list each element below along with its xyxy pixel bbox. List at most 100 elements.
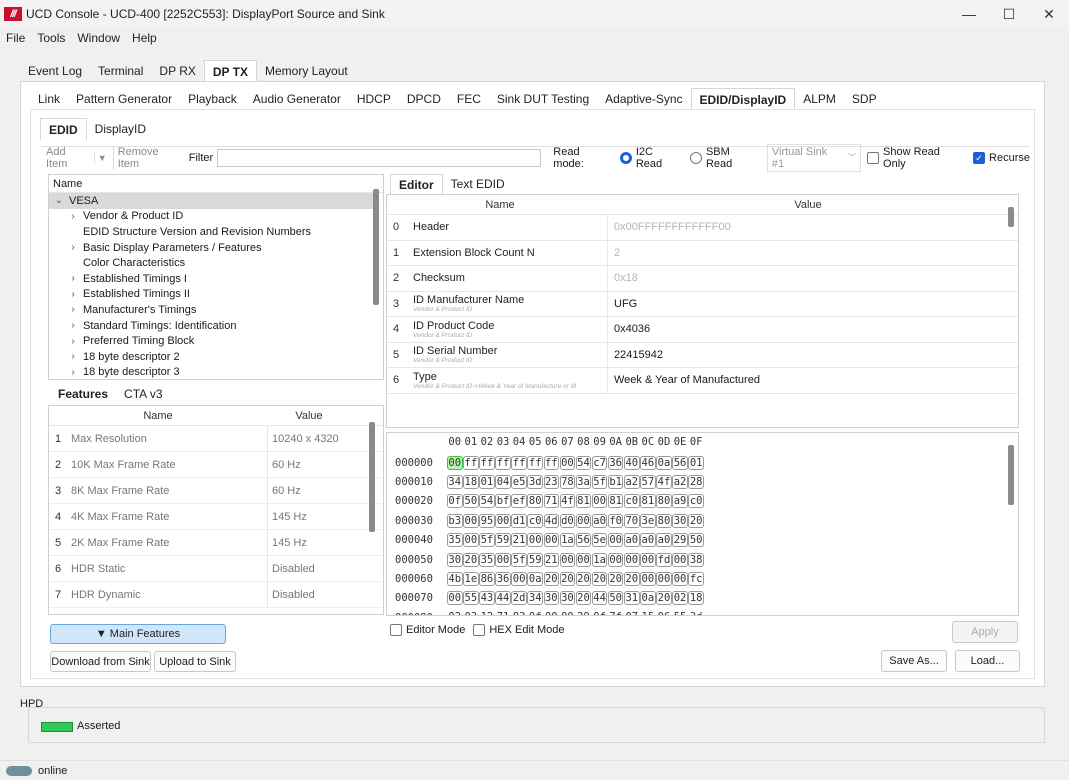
hex-byte[interactable]: 40 — [624, 455, 640, 470]
hex-byte[interactable]: 00 — [672, 552, 688, 567]
tree-item[interactable]: › Established Timings II — [49, 287, 383, 303]
hex-byte[interactable]: 4f — [656, 475, 672, 490]
hex-byte[interactable]: 81 — [575, 494, 592, 509]
tab-edid[interactable]: EDID — [40, 118, 87, 140]
hex-byte[interactable]: 0a — [656, 455, 672, 470]
editor-row-value[interactable]: Week & Year of Manufactured — [607, 368, 1018, 393]
remove-item-button[interactable]: Remove Item — [112, 145, 183, 170]
hex-byte[interactable]: 59 — [527, 552, 543, 567]
hex-byte[interactable]: 5f — [479, 533, 495, 548]
load-button[interactable]: Load... — [955, 650, 1020, 672]
hex-byte[interactable]: 15 — [640, 611, 656, 615]
hex-byte[interactable]: 29 — [576, 611, 592, 615]
hex-byte[interactable]: 0f — [447, 494, 463, 509]
hex-byte[interactable]: a0 — [640, 533, 656, 548]
hex-byte[interactable]: 28 — [688, 475, 704, 490]
hex-byte[interactable]: 04 — [495, 475, 511, 490]
hex-byte[interactable]: 50 — [607, 591, 624, 606]
tree-item[interactable]: › Vendor & Product ID — [49, 209, 383, 225]
hex-byte[interactable]: 7f — [608, 611, 624, 615]
hex-byte[interactable]: 0f — [592, 611, 608, 615]
editor-row[interactable]: 0 Header 0x00FFFFFFFFFFFF00 — [387, 215, 1018, 241]
hex-byte[interactable]: 56 — [575, 533, 592, 548]
hex-byte[interactable]: 44 — [591, 591, 608, 606]
feature-row[interactable]: 1 Max Resolution 10240 x 4320 — [49, 426, 383, 452]
tab-displayid[interactable]: DisplayID — [87, 118, 154, 140]
hex-byte[interactable]: 03 — [463, 611, 479, 615]
hex-byte[interactable]: 44 — [495, 591, 511, 606]
hex-byte[interactable]: 18 — [688, 591, 704, 606]
hex-byte[interactable]: 20 — [463, 552, 479, 567]
filter-input[interactable] — [217, 148, 542, 167]
hex-byte[interactable]: 70 — [624, 513, 640, 528]
hex-byte[interactable]: 78 — [559, 475, 576, 490]
tree-item[interactable]: › 18 byte descriptor 2 — [49, 349, 383, 365]
show-read-only-checkbox[interactable] — [867, 151, 880, 164]
hex-byte[interactable]: a0 — [656, 533, 672, 548]
hex-byte[interactable]: c0 — [688, 494, 704, 509]
hex-byte[interactable]: 12 — [479, 611, 495, 615]
hex-byte[interactable]: 20 — [543, 572, 560, 587]
hex-byte[interactable]: 20 — [559, 572, 576, 587]
upload-to-sink-button[interactable]: Upload to Sink — [154, 651, 236, 672]
feature-row[interactable]: 2 10K Max Frame Rate 60 Hz — [49, 452, 383, 478]
feature-row[interactable]: 7 HDR Dynamic Disabled — [49, 582, 383, 608]
hex-byte[interactable]: b3 — [447, 513, 463, 528]
hex-byte[interactable]: c7 — [591, 455, 608, 470]
menu-file[interactable]: File — [0, 31, 31, 45]
tab-sdp[interactable]: SDP — [844, 88, 885, 110]
add-item-dropdown-icon[interactable]: ▼ — [93, 152, 107, 163]
tab-edid-displayid[interactable]: EDID/DisplayID — [690, 88, 796, 110]
editor-row[interactable]: 5 ID Serial Number Vendor & Product ID 2241… — [387, 342, 1018, 368]
hex-byte[interactable]: 02 — [447, 611, 463, 615]
hex-byte[interactable]: ff — [543, 455, 560, 470]
tree-scrollbar[interactable] — [373, 189, 379, 305]
tree-item[interactable]: EDID Structure Version and Revision Numb… — [49, 224, 383, 240]
tree-item[interactable]: › Basic Display Parameters / Features — [49, 240, 383, 256]
hex-byte[interactable]: 54 — [479, 494, 495, 509]
hex-byte[interactable]: 00 — [543, 533, 560, 548]
hex-byte[interactable]: 21 — [543, 552, 560, 567]
hex-byte[interactable]: 4d — [543, 513, 560, 528]
tab-sink-dut-testing[interactable]: Sink DUT Testing — [489, 88, 597, 110]
hex-byte[interactable]: 80 — [656, 494, 672, 509]
hex-byte[interactable]: 00 — [575, 513, 592, 528]
hex-byte[interactable]: 07 — [624, 611, 640, 615]
hex-byte[interactable]: 18 — [463, 475, 479, 490]
minimize-button[interactable]: — — [949, 0, 989, 28]
hex-byte[interactable]: fd — [656, 552, 672, 567]
hex-byte[interactable]: 4f — [559, 494, 576, 509]
hex-scrollbar[interactable] — [1008, 445, 1014, 505]
sbm-read-radio[interactable] — [690, 151, 702, 164]
add-item-button[interactable]: Add Item — [46, 146, 90, 170]
hex-byte[interactable]: 20 — [624, 572, 640, 587]
tab-dp-tx[interactable]: DP TX — [203, 60, 257, 82]
tab-hdcp[interactable]: HDCP — [349, 88, 399, 110]
hex-byte[interactable]: 71 — [543, 494, 560, 509]
hex-byte[interactable]: 20 — [607, 572, 624, 587]
hex-byte[interactable]: 01 — [688, 455, 704, 470]
hex-byte[interactable]: 34 — [447, 475, 463, 490]
feature-row[interactable]: 4 4K Max Frame Rate 145 Hz — [49, 504, 383, 530]
tab-playback[interactable]: Playback — [180, 88, 245, 110]
apply-button[interactable]: Apply — [952, 621, 1018, 643]
editor-row[interactable]: 3 ID Manufacturer Name Vendor & Product ID… — [387, 291, 1018, 317]
download-from-sink-button[interactable]: Download from Sink — [50, 651, 151, 672]
hex-byte[interactable]: 1a — [559, 533, 576, 548]
hex-byte[interactable]: 00 — [527, 533, 543, 548]
maximize-button[interactable]: ☐ — [989, 0, 1029, 28]
tab-terminal[interactable]: Terminal — [90, 60, 151, 82]
tab-pattern-generator[interactable]: Pattern Generator — [68, 88, 180, 110]
tree-item[interactable]: › 18 byte descriptor 3 — [49, 365, 383, 379]
chevron-right-icon[interactable]: › — [67, 367, 79, 378]
tab-features[interactable]: Features — [50, 383, 116, 405]
hex-byte[interactable]: 50 — [463, 494, 479, 509]
hex-byte[interactable]: a0 — [591, 513, 608, 528]
hex-byte[interactable]: fc — [688, 572, 704, 587]
tab-cta-v3[interactable]: CTA v3 — [116, 383, 170, 405]
chevron-right-icon[interactable]: › — [67, 336, 79, 347]
hex-byte[interactable]: a0 — [624, 533, 640, 548]
hex-byte[interactable]: 2d — [511, 591, 527, 606]
tab-text-edid[interactable]: Text EDID — [443, 174, 513, 194]
editor-row-value[interactable]: 22415942 — [607, 342, 1018, 367]
